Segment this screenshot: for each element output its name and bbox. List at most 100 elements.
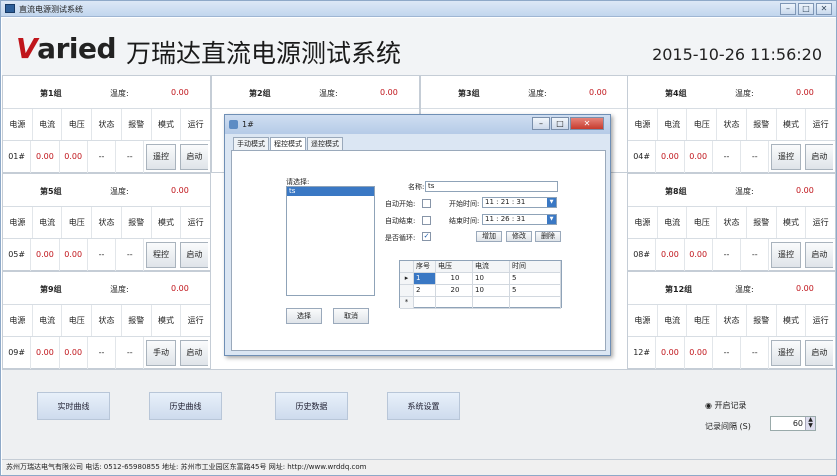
alarm-value: -- [116,337,145,369]
col-label: 电压 [62,207,93,238]
power-id: 12# [628,337,657,369]
col-label: 状态 [92,109,122,140]
history-curve-button[interactable]: 历史曲线 [149,392,222,420]
close-button[interactable]: ✕ [816,3,832,15]
table-cell[interactable]: 10 [473,273,510,285]
mode-button[interactable]: 遥控 [771,144,801,170]
mode-button[interactable]: 手动 [146,340,176,366]
add-button[interactable]: 增加 [476,231,502,242]
current-value: 0.00 [31,239,60,271]
col-label: 运行 [812,120,829,129]
table-row[interactable]: 2 20 10 5 [400,285,561,297]
realtime-curve-button[interactable]: 实时曲线 [37,392,110,420]
col-label: 报警 [747,207,777,238]
dialog-maximize-button[interactable]: □ [551,117,569,130]
temp-value: 0.00 [380,88,398,97]
header: Varied 万瑞达直流电源测试系统 2015-10-26 11:56:20 [2,18,836,75]
dialog-close-button[interactable]: ✕ [570,117,604,130]
run-button[interactable]: 启动 [804,144,833,170]
group-panel: 第9组 温度: 0.00 电源 电流 电压 状态 报警 模式 运行 09# 0.00 0.00 -- -… [2,271,211,369]
mode-button[interactable]: 遥控 [146,144,176,170]
record-toggle[interactable]: ◉ 开启记录 [705,400,747,411]
end-time-picker[interactable]: 11 : 26 : 31 ▼ [482,214,557,225]
status-value: -- [88,337,117,369]
tab-program[interactable]: 程控模式 [270,137,306,150]
table-cell[interactable]: 1 [414,273,436,285]
run-button[interactable]: 启动 [179,242,208,268]
temp-label: 温度: [735,285,754,294]
tab-remote[interactable]: 遥控模式 [307,137,343,150]
col-label: 报警 [747,305,777,336]
minimize-button[interactable]: – [780,3,796,15]
auto-end-checkbox[interactable] [422,216,431,225]
col-label: 电源 [3,305,33,336]
group-panel: 第4组 温度: 0.00 电源 电流 电压 状态 报警 模式 运行 04# 0.00 0.00 -- -… [627,75,836,173]
col-label: 电流 [658,305,688,336]
col-label: 电流 [33,305,63,336]
col-label: 报警 [747,109,777,140]
interval-spinner[interactable]: 60 ▲ ▼ [770,416,816,431]
temp-label: 温度: [110,89,129,98]
program-table: 序号 电压 电流 时间 ▸ 1 10 10 5 2 20 10 5 * [399,260,562,309]
mode-button[interactable]: 遥控 [771,242,801,268]
program-listbox[interactable]: ts [286,186,375,296]
dialog-minimize-button[interactable]: – [532,117,550,130]
run-button[interactable]: 启动 [804,340,833,366]
table-cell[interactable]: 10 [436,273,473,285]
power-id: 04# [628,141,657,173]
tab-manual[interactable]: 手动模式 [233,137,269,150]
col-label: 模式 [777,109,807,140]
new-row-icon: * [400,297,414,309]
table-cell[interactable]: 10 [473,285,510,297]
run-button[interactable]: 启动 [179,340,208,366]
group-name: 第5组 [40,187,62,196]
spinner-arrows-icon[interactable]: ▲ ▼ [805,417,815,430]
temp-label: 温度: [735,89,754,98]
group-name: 第8组 [665,187,687,196]
table-cell[interactable]: 5 [510,273,561,285]
col-label: 电源 [3,109,33,140]
voltage-value: 0.00 [685,141,713,173]
alarm-value: -- [116,141,145,173]
name-input[interactable]: ts [425,181,558,192]
history-data-button[interactable]: 历史数据 [275,392,348,420]
datetime-display: 2015-10-26 11:56:20 [652,45,822,64]
current-value: 0.00 [656,337,685,369]
col-label: 状态 [92,305,122,336]
delete-button[interactable]: 删除 [535,231,561,242]
table-row-new[interactable]: * [400,297,561,309]
maximize-button[interactable]: □ [798,3,814,15]
cancel-button[interactable]: 取消 [333,308,369,324]
edit-button[interactable]: 修改 [506,231,532,242]
system-settings-button[interactable]: 系统设置 [387,392,460,420]
power-id: 05# [3,239,32,271]
start-time-picker[interactable]: 11 : 21 : 31 ▼ [482,197,557,208]
group-name: 第2组 [249,89,271,98]
mode-button[interactable]: 程控 [146,242,176,268]
run-button[interactable]: 启动 [179,144,208,170]
alarm-value: -- [741,141,770,173]
dropdown-arrow-icon[interactable]: ▼ [547,198,556,207]
temp-value: 0.00 [796,88,814,97]
group-panel: 第8组 温度: 0.00 电源 电流 电压 状态 报警 模式 运行 08# 0.00 0.00 -- -… [627,173,836,271]
group-panel: 第5组 温度: 0.00 电源 电流 电压 状态 报警 模式 运行 05# 0.00 0.00 -- -… [2,173,211,271]
power-id: 09# [3,337,32,369]
voltage-value: 0.00 [685,337,713,369]
select-button[interactable]: 选择 [286,308,322,324]
table-cell[interactable]: 20 [436,285,473,297]
temp-value: 0.00 [171,88,189,97]
col-label: 电流 [33,109,63,140]
run-button[interactable]: 启动 [804,242,833,268]
table-row[interactable]: ▸ 1 10 10 5 [400,273,561,285]
loop-label: 是否循环: [385,234,416,242]
list-item[interactable]: ts [287,187,374,196]
table-cell[interactable]: 5 [510,285,561,297]
dropdown-arrow-icon[interactable]: ▼ [547,215,556,224]
auto-start-checkbox[interactable] [422,199,431,208]
table-cell[interactable]: 2 [414,285,436,297]
loop-checkbox[interactable]: ✓ [422,232,431,241]
temp-value: 0.00 [171,284,189,293]
status-value: -- [713,141,742,173]
mode-button[interactable]: 遥控 [771,340,801,366]
col-label: 电源 [628,305,658,336]
